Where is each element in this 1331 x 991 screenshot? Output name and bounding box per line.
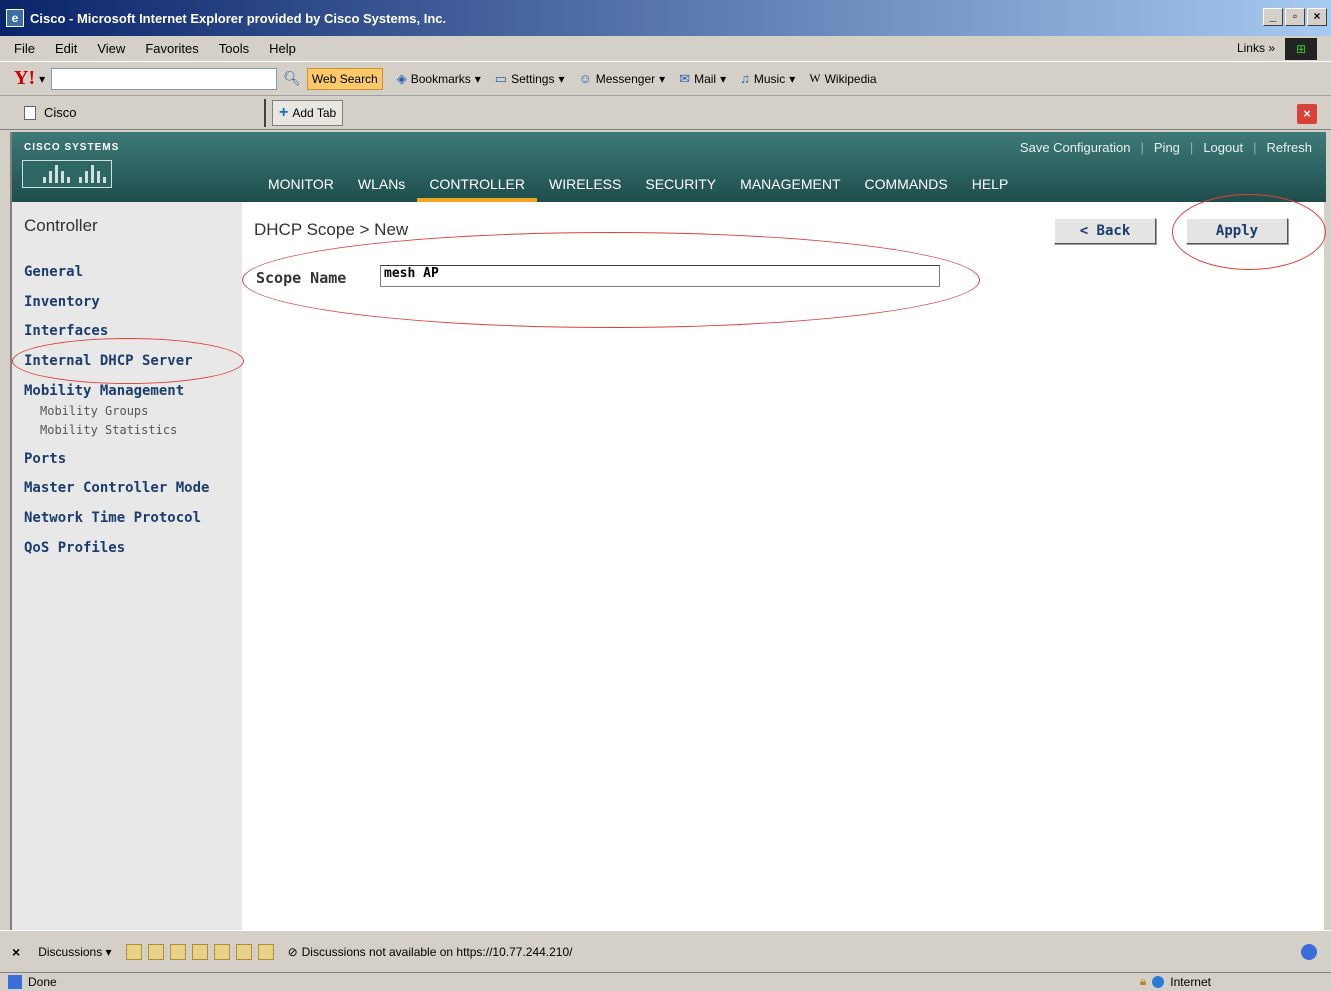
- links-toolbar[interactable]: Links »: [1237, 41, 1275, 55]
- scope-name-label: Scope Name: [256, 269, 347, 287]
- nav-commands[interactable]: COMMANDS: [853, 172, 960, 202]
- sidebar-item-general[interactable]: General: [24, 264, 83, 280]
- cisco-logo-text: CISCO SYSTEMS: [24, 142, 120, 153]
- page-content: CISCO SYSTEMS Save Configuration | Ping …: [10, 132, 1326, 930]
- menu-view[interactable]: View: [97, 41, 125, 56]
- nav-monitor[interactable]: MONITOR: [256, 172, 346, 202]
- discussions-message: Discussions not available on https://10.…: [301, 944, 573, 959]
- discussion-tool-icon[interactable]: [169, 943, 186, 960]
- scope-name-input[interactable]: mesh AP: [380, 265, 940, 287]
- wikipedia-icon: W: [809, 71, 821, 85]
- security-zone: 🔒︎ Internet: [1140, 974, 1211, 989]
- discussion-tool-icon[interactable]: [191, 943, 208, 960]
- page-title: DHCP Scope > New: [254, 220, 409, 239]
- cisco-main-nav: MONITOR WLANs CONTROLLER WIRELESS SECURI…: [256, 172, 1020, 202]
- messenger-icon: ☺: [578, 71, 592, 86]
- nav-wireless[interactable]: WIRELESS: [537, 172, 633, 202]
- page-status-icon: [8, 975, 22, 989]
- menu-file[interactable]: File: [14, 41, 35, 56]
- discussion-tool-icon[interactable]: [125, 943, 142, 960]
- ie-app-icon: e: [6, 9, 24, 27]
- sidebar-item-master-controller-mode[interactable]: Master Controller Mode: [24, 480, 209, 496]
- sidebar-item-internal-dhcp-server[interactable]: Internal DHCP Server: [24, 353, 193, 369]
- plus-icon: +: [279, 103, 289, 121]
- menu-tools[interactable]: Tools: [219, 41, 249, 56]
- apply-button[interactable]: Apply: [1186, 218, 1288, 244]
- title-bar: e Cisco - Microsoft Internet Explorer pr…: [0, 0, 1331, 36]
- globe-icon[interactable]: [1301, 944, 1317, 960]
- sidebar-subitem-mobility-groups[interactable]: Mobility Groups: [40, 404, 148, 418]
- internet-zone-icon: [1152, 975, 1165, 988]
- menu-bar: File Edit View Favorites Tools Help Link…: [0, 36, 1331, 62]
- close-window-button[interactable]: ×: [1307, 8, 1327, 26]
- settings-icon: ▭: [494, 70, 508, 86]
- window-title: Cisco - Microsoft Internet Explorer prov…: [30, 10, 447, 26]
- search-icon[interactable]: 🔍︎: [283, 70, 301, 87]
- window-controls: _ ▫ ×: [1263, 8, 1327, 26]
- mail-button[interactable]: ✉ Mail ▾: [679, 71, 726, 87]
- tab-bar: Cisco + Add Tab ×: [0, 96, 1331, 130]
- status-text: Done: [28, 975, 57, 989]
- discussion-tool-icon[interactable]: [213, 943, 230, 960]
- wikipedia-button[interactable]: W Wikipedia: [809, 71, 876, 86]
- nav-controller[interactable]: CONTROLLER: [417, 172, 537, 202]
- controller-sidebar: Controller General Inventory Interfaces …: [12, 202, 242, 930]
- settings-button[interactable]: ▭ Settings ▾: [495, 71, 565, 87]
- nav-help[interactable]: HELP: [960, 172, 1021, 202]
- yahoo-logo[interactable]: Y!: [14, 67, 35, 90]
- sidebar-item-mobility-management[interactable]: Mobility Management: [24, 383, 184, 399]
- music-button[interactable]: ♫ Music ▾: [740, 71, 795, 86]
- sidebar-item-ports[interactable]: Ports: [24, 451, 66, 467]
- discussion-tool-icon[interactable]: [147, 943, 164, 960]
- nav-wlans[interactable]: WLANs: [346, 172, 417, 202]
- refresh-link[interactable]: Refresh: [1266, 140, 1312, 155]
- sidebar-item-interfaces[interactable]: Interfaces: [24, 323, 108, 339]
- yahoo-dropdown-icon[interactable]: ▾: [39, 72, 45, 86]
- bookmarks-button[interactable]: ◈ Bookmarks ▾: [397, 71, 481, 87]
- sidebar-item-network-time-protocol[interactable]: Network Time Protocol: [24, 510, 201, 526]
- yahoo-toolbar: Y! ▾ 🔍︎ Web Search ◈ Bookmarks ▾ ▭ Setting…: [0, 62, 1331, 96]
- discussion-tools: [125, 943, 274, 960]
- close-tab-icon[interactable]: ×: [1297, 104, 1317, 124]
- messenger-button[interactable]: ☺ Messenger ▾: [578, 71, 665, 86]
- nav-security[interactable]: SECURITY: [633, 172, 728, 202]
- save-configuration-link[interactable]: Save Configuration: [1020, 140, 1131, 155]
- sidebar-heading: Controller: [24, 216, 98, 235]
- no-discussions-icon: ⊘: [287, 944, 298, 959]
- minimize-button[interactable]: _: [1263, 8, 1283, 26]
- mail-icon: ✉: [679, 70, 691, 86]
- yahoo-search-input[interactable]: [51, 67, 278, 90]
- nav-management[interactable]: MANAGEMENT: [728, 172, 852, 202]
- cisco-top-links: Save Configuration | Ping | Logout | Ref…: [1019, 140, 1312, 155]
- cisco-header: CISCO SYSTEMS Save Configuration | Ping …: [12, 132, 1326, 202]
- back-button[interactable]: < Back: [1054, 218, 1156, 244]
- status-bar: Done 🔒︎ Internet: [0, 972, 1331, 991]
- discussions-bar: × Discussions ▾ ⊘ Discussions not availa…: [0, 930, 1331, 972]
- windows-logo-icon: ⊞: [1285, 38, 1317, 60]
- browser-window: e Cisco - Microsoft Internet Explorer pr…: [0, 0, 1331, 991]
- menu-favorites[interactable]: Favorites: [145, 41, 198, 56]
- maximize-button[interactable]: ▫: [1285, 8, 1305, 26]
- sidebar-item-inventory[interactable]: Inventory: [24, 294, 100, 310]
- discussion-tool-icon[interactable]: [257, 943, 274, 960]
- web-search-button[interactable]: Web Search: [306, 67, 383, 90]
- zone-label: Internet: [1170, 974, 1211, 989]
- ping-link[interactable]: Ping: [1154, 140, 1180, 155]
- music-icon: ♫: [740, 71, 750, 86]
- logout-link[interactable]: Logout: [1203, 140, 1243, 155]
- lock-icon: 🔒︎: [1139, 974, 1147, 988]
- bookmarks-icon: ◈: [396, 70, 407, 86]
- sidebar-item-qos-profiles[interactable]: QoS Profiles: [24, 540, 125, 556]
- discussion-tool-icon[interactable]: [235, 943, 252, 960]
- menu-edit[interactable]: Edit: [55, 41, 77, 56]
- page-icon: [24, 105, 36, 120]
- sidebar-subitem-mobility-statistics[interactable]: Mobility Statistics: [40, 423, 177, 437]
- cisco-logo-icon: [22, 160, 112, 188]
- discussions-dropdown[interactable]: Discussions ▾: [38, 945, 111, 959]
- add-tab-button[interactable]: + Add Tab: [272, 99, 344, 126]
- tab-cisco[interactable]: Cisco: [10, 98, 266, 127]
- close-discussions-icon[interactable]: ×: [12, 944, 20, 960]
- menu-help[interactable]: Help: [269, 41, 296, 56]
